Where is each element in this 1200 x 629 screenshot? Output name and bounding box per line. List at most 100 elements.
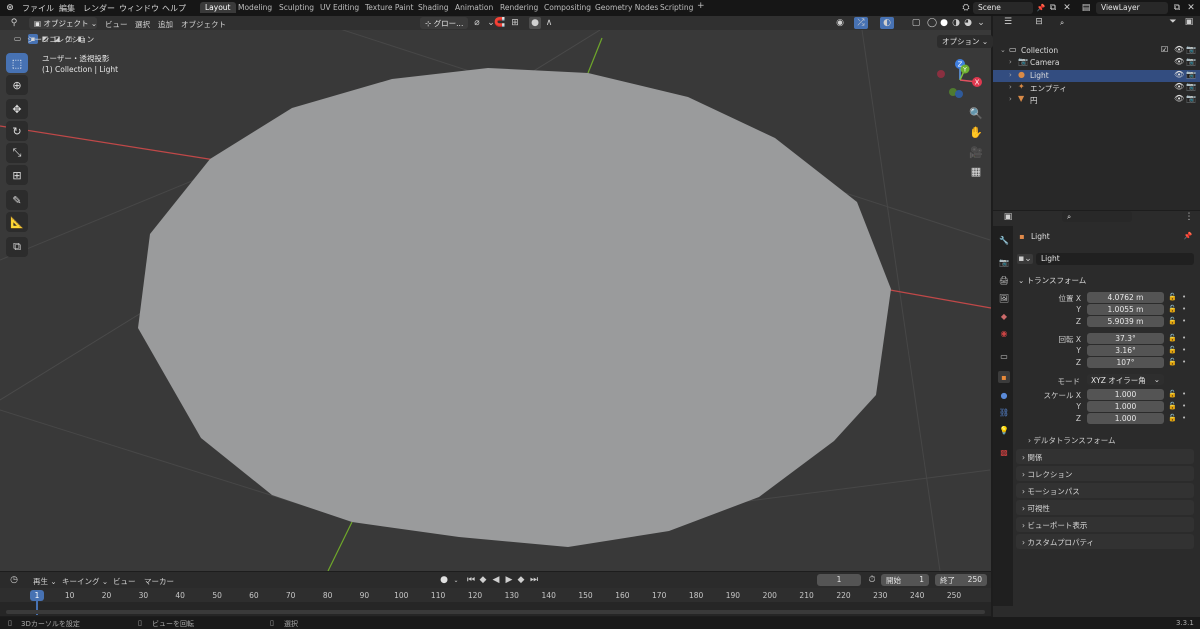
view-layer-tab-icon[interactable]: 🖼 — [998, 292, 1010, 304]
properties-panel[interactable]: › 関係 — [1016, 449, 1194, 464]
next-keyframe-icon[interactable]: ◆ — [516, 574, 526, 585]
add-workspace-button[interactable]: + — [697, 1, 705, 11]
menu-item[interactable]: 編集 — [59, 3, 75, 14]
lock-icon[interactable]: 🔓 — [1168, 305, 1177, 313]
play-reverse-icon[interactable]: ◀ — [491, 574, 501, 585]
clock-icon[interactable]: ⏱ — [866, 574, 878, 586]
outliner-row[interactable]: ⌄ ▭ Collection ☑ 👁 📷 — [993, 45, 1200, 57]
timeline-menu-item[interactable]: マーカー — [144, 576, 174, 587]
timeline-menu-item[interactable]: ビュー — [113, 576, 136, 587]
lock-icon[interactable]: 🔓 — [1168, 346, 1177, 354]
checkbox-icon[interactable]: ☑ — [1161, 45, 1168, 54]
delete-scene-icon[interactable]: ✕ — [1062, 2, 1072, 14]
add-cube-tool[interactable]: ⧉ — [6, 237, 28, 257]
object-tab-icon[interactable]: ▪ — [998, 371, 1010, 383]
texture-tab-icon[interactable]: ▩ — [998, 446, 1010, 458]
visibility-icon[interactable]: ◉ — [833, 17, 847, 29]
eye-icon[interactable]: 👁 — [1174, 70, 1184, 79]
overlay-toggle-icon[interactable]: ◐ — [880, 17, 894, 29]
menu-item[interactable]: ヘルプ — [162, 3, 186, 14]
scene-icon[interactable]: ⛭ — [960, 2, 972, 14]
zoom-icon[interactable]: 🔍 — [967, 104, 985, 122]
rotation-field[interactable]: 107° — [1087, 357, 1164, 368]
eye-icon[interactable]: 👁 — [1174, 94, 1184, 103]
properties-panel[interactable]: › カスタムプロパティ — [1016, 534, 1194, 549]
timeline-scrollbar[interactable] — [6, 610, 985, 614]
measure-tool[interactable]: 📐 — [6, 212, 28, 232]
workspace-tab[interactable]: Shading — [418, 3, 448, 12]
chevron-right-icon[interactable]: › — [1009, 95, 1012, 103]
chevron-right-icon[interactable]: › — [1009, 58, 1012, 66]
proportional-edit-icon[interactable]: ● — [529, 17, 541, 29]
lock-icon[interactable]: 🔓 — [1168, 317, 1177, 325]
new-view-layer-icon[interactable]: ⧉ — [1171, 2, 1183, 14]
eye-icon[interactable]: 👁 — [1174, 57, 1184, 66]
new-scene-icon[interactable]: ⧉ — [1047, 2, 1059, 14]
editor-type-icon[interactable]: ⚲ — [6, 18, 22, 28]
gizmo-toggle-icon[interactable]: ⤮ — [854, 17, 868, 29]
constraints-tab-icon[interactable]: ⛓ — [998, 406, 1010, 418]
current-frame-field[interactable]: 1 — [817, 574, 861, 586]
properties-panel[interactable]: › ビューポート表示 — [1016, 517, 1194, 532]
workspace-tab[interactable]: Scripting — [660, 3, 693, 12]
render-camera-icon[interactable]: 📷 — [1186, 70, 1196, 79]
play-icon[interactable]: ▶ — [504, 574, 514, 585]
viewport-menu-item[interactable]: オブジェクト — [181, 19, 226, 30]
lock-icon[interactable]: 🔓 — [1168, 293, 1177, 301]
properties-search-input[interactable]: ⌕ — [1062, 211, 1132, 222]
keyframe-dot-icon[interactable]: • — [1182, 358, 1186, 366]
keyframe-dot-icon[interactable]: • — [1182, 414, 1186, 422]
menu-item[interactable]: ウィンドウ — [119, 3, 159, 14]
location-field[interactable]: 5.9039 m — [1087, 316, 1164, 327]
collection-tab-icon[interactable]: ▭ — [998, 350, 1010, 362]
chevron-right-icon[interactable]: › — [1009, 71, 1012, 79]
timeline-menu-item[interactable]: 再生 ⌄ — [33, 576, 57, 587]
keyframe-dot-icon[interactable]: • — [1182, 334, 1186, 342]
select-box-tool[interactable]: ⬚ — [6, 53, 28, 73]
snap-icon[interactable]: 🧲 — [493, 17, 507, 29]
render-camera-icon[interactable]: 📷 — [1186, 94, 1196, 103]
workspace-tab[interactable]: Rendering — [500, 3, 538, 12]
workspace-tab[interactable]: UV Editing — [320, 3, 359, 12]
lock-icon[interactable]: 🔓 — [1168, 402, 1177, 410]
world-tab-icon[interactable]: ◉ — [998, 327, 1010, 339]
workspace-tab[interactable]: Modeling — [238, 3, 272, 12]
workspace-tab[interactable]: Compositing — [544, 3, 591, 12]
delete-view-layer-icon[interactable]: ✕ — [1186, 2, 1196, 14]
playhead[interactable]: 1 — [30, 590, 44, 601]
rotation-mode-dropdown[interactable]: XYZ オイラー角 ⌄ — [1087, 374, 1164, 385]
pin-icon[interactable]: 📌 — [1036, 2, 1046, 14]
object-type-icon[interactable]: ▪⌄ — [1017, 254, 1033, 264]
workspace-tab[interactable]: Animation — [455, 3, 493, 12]
chevron-right-icon[interactable]: › — [1009, 83, 1012, 91]
transform-orientation[interactable]: ⊹ グロー... — [420, 17, 468, 29]
scale-field[interactable]: 1.000 — [1087, 401, 1164, 412]
outliner-row[interactable]: › ● Light 👁 📷 — [993, 70, 1200, 82]
3d-viewport[interactable] — [0, 16, 991, 571]
lock-icon[interactable]: 🔓 — [1168, 334, 1177, 342]
keyframe-dot-icon[interactable]: • — [1182, 402, 1186, 410]
lock-icon[interactable]: 🔓 — [1168, 358, 1177, 366]
snap-target-icon[interactable]: ⊞ — [507, 17, 523, 29]
view-layer-icon[interactable]: ▤ — [1080, 2, 1092, 14]
navigation-gizmo[interactable]: Z Y X — [932, 56, 988, 102]
eye-icon[interactable]: 👁 — [1174, 45, 1184, 54]
workspace-tab[interactable]: Texture Paint — [365, 3, 413, 12]
location-field[interactable]: 4.0762 m — [1087, 292, 1164, 303]
viewport-menu-item[interactable]: ビュー — [105, 19, 128, 30]
transform-tool[interactable]: ⊞ — [6, 165, 28, 185]
properties-panel[interactable]: › コレクション — [1016, 466, 1194, 481]
lock-icon[interactable]: 🔓 — [1168, 414, 1177, 422]
options-dots-icon[interactable]: ⋮ — [1184, 212, 1194, 222]
view-layer-selector[interactable]: ViewLayer — [1096, 2, 1168, 14]
wireframe-shading-icon[interactable]: ◯ — [926, 17, 938, 29]
jump-start-icon[interactable]: ⏮ — [466, 574, 476, 585]
display-mode-icon[interactable]: ⊟ — [1032, 17, 1046, 27]
properties-panel[interactable]: › モーションパス — [1016, 483, 1194, 498]
keyframe-dot-icon[interactable]: • — [1182, 293, 1186, 301]
outliner-row[interactable]: › ✦ エンプティ 👁 📷 — [993, 82, 1200, 94]
viewport-menu-item[interactable]: 追加 — [158, 19, 173, 30]
outliner-row[interactable]: › 📷 Camera 👁 📷 — [993, 57, 1200, 69]
transform-panel-header[interactable]: ⌄ トランスフォーム — [1018, 275, 1086, 286]
cursor-tool[interactable]: ⊕ — [6, 75, 28, 95]
